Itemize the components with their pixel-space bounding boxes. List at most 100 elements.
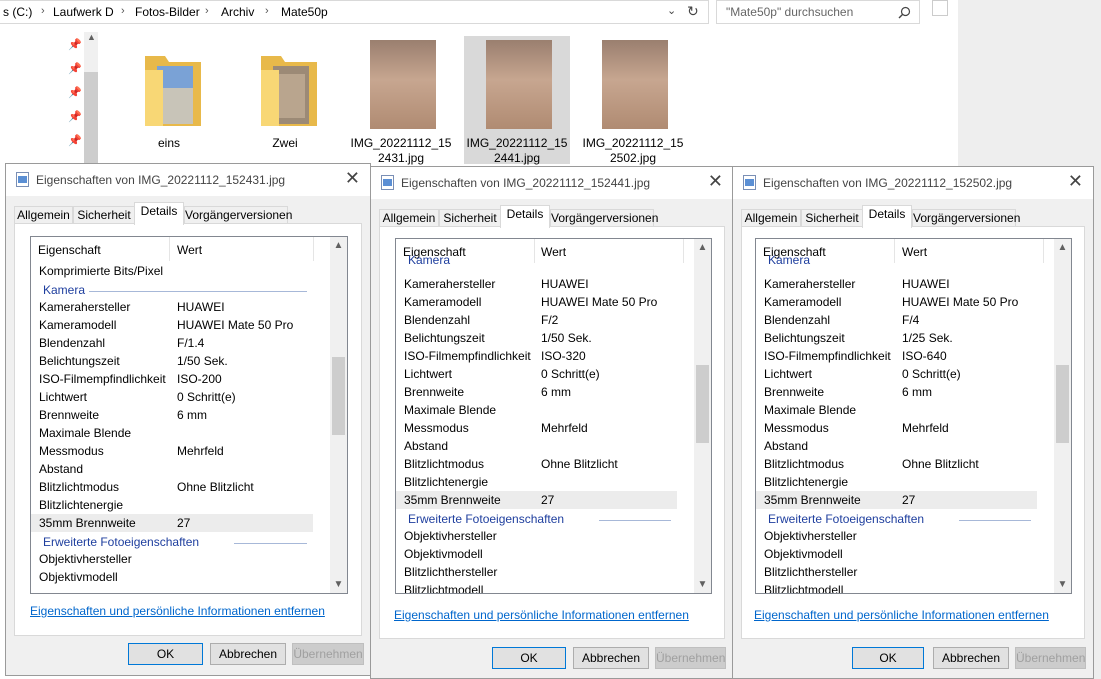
property-row[interactable]: Brennweite 6 mm xyxy=(396,383,677,401)
scroll-up-icon[interactable]: ▲ xyxy=(330,237,347,254)
pin-icon[interactable]: 📌 xyxy=(68,62,82,75)
scroll-down-icon[interactable]: ▼ xyxy=(694,576,711,593)
scroll-up-icon[interactable]: ▲ xyxy=(87,32,96,42)
property-row[interactable]: Blitzlichthersteller xyxy=(756,563,1037,581)
properties-list[interactable]: Eigenschaft Wert Komprimierte Bits/Pixel… xyxy=(30,236,348,594)
cancel-button[interactable]: Abbrechen xyxy=(933,647,1009,669)
tab-vorgaengerversionen[interactable]: Vorgängerversionen xyxy=(184,206,292,224)
tab-vorgaengerversionen[interactable]: Vorgängerversionen xyxy=(912,209,1020,227)
list-scrollbar[interactable]: ▲ ▼ xyxy=(330,237,347,593)
dialog-titlebar[interactable]: Eigenschaften von IMG_20221112_152502.jp… xyxy=(733,167,1093,199)
property-row[interactable]: Blitzlichtmodus Ohne Blitzlicht xyxy=(396,455,677,473)
property-row[interactable]: Brennweite 6 mm xyxy=(756,383,1037,401)
property-row[interactable]: Blitzlichtmodus Ohne Blitzlicht xyxy=(31,478,313,496)
property-row[interactable]: Blendenzahl F/1.4 xyxy=(31,334,313,352)
ok-button[interactable]: OK xyxy=(128,643,203,665)
property-row[interactable]: Lichtwert 0 Schritt(e) xyxy=(396,365,677,383)
file-item-image[interactable]: IMG_20221112_15 2502.jpg xyxy=(580,36,686,165)
remove-properties-link[interactable]: Eigenschaften und persönliche Informatio… xyxy=(30,604,325,618)
tab-vorgaengerversionen[interactable]: Vorgängerversionen xyxy=(550,209,658,227)
tab-allgemein[interactable]: Allgemein xyxy=(14,206,73,224)
property-row[interactable]: Blitzlichtenergie xyxy=(756,473,1037,491)
property-row[interactable]: Abstand xyxy=(396,437,677,455)
breadcrumb-drive[interactable]: s (C:) xyxy=(3,5,32,19)
tab-sicherheit[interactable]: Sicherheit xyxy=(801,209,863,227)
tab-allgemein[interactable]: Allgemein xyxy=(741,209,801,227)
property-row[interactable]: Kamerahersteller HUAWEI xyxy=(756,275,1037,293)
scrollbar-thumb[interactable] xyxy=(1056,365,1069,443)
close-icon[interactable]: ✕ xyxy=(345,168,360,189)
window-scroll-corner[interactable] xyxy=(932,0,948,16)
property-row[interactable]: Maximale Blende xyxy=(756,401,1037,419)
scroll-up-icon[interactable]: ▲ xyxy=(1054,239,1071,256)
property-row[interactable]: Kameramodell HUAWEI Mate 50 Pro xyxy=(396,293,677,311)
refresh-icon[interactable]: ↻ xyxy=(687,3,699,20)
address-bar[interactable]: s (C:) › Laufwerk D › Fotos-Bilder › Arc… xyxy=(0,0,709,24)
breadcrumb-laufwerk[interactable]: Laufwerk D xyxy=(53,5,114,19)
search-icon[interactable] xyxy=(898,6,911,19)
property-row[interactable]: Objektivhersteller xyxy=(756,527,1037,545)
property-row[interactable]: Blitzlichtenergie xyxy=(396,473,677,491)
breadcrumb-archiv[interactable]: Archiv xyxy=(221,5,254,19)
property-row[interactable]: Belichtungszeit 1/25 Sek. xyxy=(756,329,1037,347)
scroll-up-icon[interactable]: ▲ xyxy=(694,239,711,256)
column-header-value[interactable]: Wert xyxy=(902,245,927,259)
pin-icon[interactable]: 📌 xyxy=(68,86,82,99)
pin-icon[interactable]: 📌 xyxy=(68,38,82,51)
file-item-image-selected[interactable]: IMG_20221112_15 2441.jpg xyxy=(464,36,570,165)
property-row[interactable]: Lichtwert 0 Schritt(e) xyxy=(756,365,1037,383)
file-item-image[interactable]: IMG_20221112_15 2431.jpg xyxy=(348,36,454,165)
column-header-value[interactable]: Wert xyxy=(541,245,566,259)
property-row[interactable]: ISO-Filmempfindlichkeit ISO-640 xyxy=(756,347,1037,365)
property-row[interactable]: Abstand xyxy=(31,460,313,478)
cancel-button[interactable]: Abbrechen xyxy=(210,643,286,665)
property-row[interactable]: Blendenzahl F/2 xyxy=(396,311,677,329)
tab-details[interactable]: Details xyxy=(500,205,550,228)
close-icon[interactable]: ✕ xyxy=(1068,171,1083,192)
property-row[interactable]: Messmodus Mehrfeld xyxy=(396,419,677,437)
dialog-titlebar[interactable]: Eigenschaften von IMG_20221112_152441.jp… xyxy=(371,167,733,199)
ok-button[interactable]: OK xyxy=(852,647,924,669)
scrollbar-thumb[interactable] xyxy=(696,365,709,443)
tab-sicherheit[interactable]: Sicherheit xyxy=(73,206,135,224)
property-row[interactable]: Maximale Blende xyxy=(31,424,313,442)
cancel-button[interactable]: Abbrechen xyxy=(573,647,649,669)
tab-allgemein[interactable]: Allgemein xyxy=(379,209,439,227)
search-input[interactable]: "Mate50p" durchsuchen xyxy=(716,0,920,24)
property-row[interactable]: Messmodus Mehrfeld xyxy=(31,442,313,460)
file-item-folder[interactable]: eins xyxy=(116,36,222,164)
scroll-down-icon[interactable]: ▼ xyxy=(1054,576,1071,593)
property-row[interactable]: Objektivhersteller xyxy=(396,527,677,545)
file-item-folder[interactable]: Zwei xyxy=(232,36,338,164)
property-row[interactable]: ISO-Filmempfindlichkeit ISO-200 xyxy=(31,370,313,388)
close-icon[interactable]: ✕ xyxy=(708,171,723,192)
tab-details[interactable]: Details xyxy=(134,202,184,225)
property-row[interactable]: 35mm Brennweite 27 xyxy=(31,514,313,532)
chevron-down-icon[interactable]: ⌄ xyxy=(667,4,676,17)
list-scrollbar[interactable]: ▲ ▼ xyxy=(1054,239,1071,593)
scrollbar-thumb[interactable] xyxy=(332,357,345,435)
property-row[interactable]: Messmodus Mehrfeld xyxy=(756,419,1037,437)
breadcrumb-fotos[interactable]: Fotos-Bilder xyxy=(135,5,200,19)
property-row[interactable]: Belichtungszeit 1/50 Sek. xyxy=(31,352,313,370)
ok-button[interactable]: OK xyxy=(492,647,566,669)
property-row[interactable]: Objektivmodell xyxy=(31,568,313,586)
remove-properties-link[interactable]: Eigenschaften und persönliche Informatio… xyxy=(394,608,689,622)
property-row[interactable]: Komprimierte Bits/Pixel xyxy=(31,262,313,280)
property-row[interactable]: Maximale Blende xyxy=(396,401,677,419)
property-row[interactable]: Objektivmodell xyxy=(396,545,677,563)
property-row[interactable]: Blitzlichtmodus Ohne Blitzlicht xyxy=(756,455,1037,473)
property-row[interactable]: Kamerahersteller HUAWEI xyxy=(31,298,313,316)
breadcrumb-mate50p[interactable]: Mate50p xyxy=(281,5,328,19)
property-row[interactable]: Brennweite 6 mm xyxy=(31,406,313,424)
property-row[interactable]: 35mm Brennweite 27 xyxy=(396,491,677,509)
pin-icon[interactable]: 📌 xyxy=(68,110,82,123)
remove-properties-link[interactable]: Eigenschaften und persönliche Informatio… xyxy=(754,608,1049,622)
property-row[interactable]: Blitzlichtmodell xyxy=(756,581,1037,593)
property-row[interactable]: Blitzlichtenergie xyxy=(31,496,313,514)
property-row[interactable]: Kameramodell HUAWEI Mate 50 Pro xyxy=(756,293,1037,311)
property-row[interactable]: Kameramodell HUAWEI Mate 50 Pro xyxy=(31,316,313,334)
pin-icon[interactable]: 📌 xyxy=(68,134,82,147)
property-row[interactable]: Belichtungszeit 1/50 Sek. xyxy=(396,329,677,347)
property-row[interactable]: ISO-Filmempfindlichkeit ISO-320 xyxy=(396,347,677,365)
